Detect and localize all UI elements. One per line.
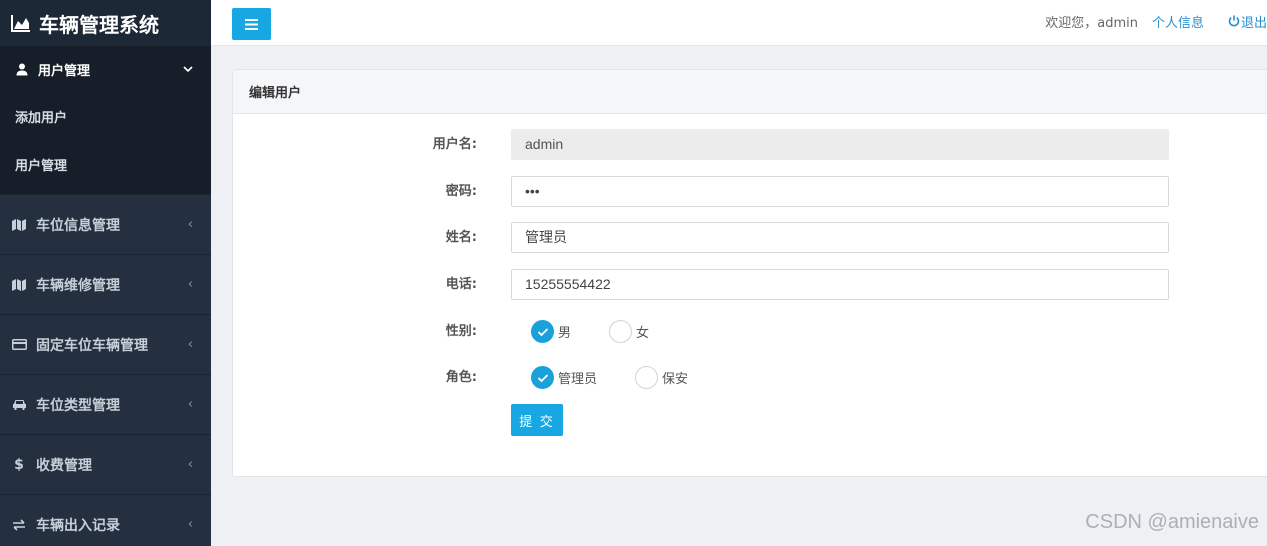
- gender-radio-group: 男 女: [531, 316, 649, 347]
- sidebar-item-charges[interactable]: $ 收费管理 ‹: [0, 434, 211, 494]
- check-icon: [531, 366, 554, 389]
- sidebar-item-label: 收费管理: [36, 457, 92, 474]
- username-label: 用户名:: [432, 137, 477, 152]
- role-label: 角色:: [445, 370, 477, 385]
- gender-radio-male[interactable]: 男: [531, 320, 571, 343]
- role-radio-group: 管理员 保安: [531, 362, 688, 393]
- sidebar-item-label: 车辆维修管理: [36, 277, 120, 294]
- bars-icon: [245, 18, 258, 30]
- chevron-down-icon: [183, 65, 193, 72]
- sidebar-toggle-button[interactable]: [232, 8, 271, 40]
- logout-label: 退出: [1240, 15, 1267, 31]
- app-title: 车辆管理系统: [39, 12, 159, 37]
- power-icon: [1228, 15, 1240, 27]
- submit-button[interactable]: 提 交: [511, 404, 563, 436]
- sidebar-item-label: 固定车位车辆管理: [36, 337, 148, 354]
- radio-circle: [609, 320, 633, 343]
- user-icon: [16, 63, 28, 75]
- exchange-icon: [11, 518, 27, 531]
- radio-label: 女: [636, 326, 650, 341]
- app-brand[interactable]: 车辆管理系统: [0, 0, 211, 46]
- map-icon: [11, 278, 27, 291]
- form-row-role: 角色: 管理员 保安: [233, 362, 1267, 393]
- watermark: CSDN @amienaive: [1085, 511, 1259, 533]
- chevron-left-icon: ‹: [187, 217, 193, 232]
- sidebar-open-group: 用户管理 添加用户 用户管理: [0, 46, 211, 194]
- area-chart-icon: [11, 15, 30, 32]
- role-radio-admin[interactable]: 管理员: [531, 366, 597, 389]
- sidebar-item-parking-type[interactable]: 车位类型管理 ‹: [0, 374, 211, 434]
- panel-title: 编辑用户: [233, 70, 1267, 114]
- form-row-name: 姓名: 管理员: [233, 222, 1267, 253]
- submenu-item-user-management[interactable]: 用户管理: [0, 140, 211, 188]
- sidebar-item-label: 车位类型管理: [36, 397, 120, 414]
- sidebar-item-vehicle-repair[interactable]: 车辆维修管理 ‹: [0, 254, 211, 314]
- sidebar-item-label: 车辆出入记录: [36, 517, 120, 534]
- gender-radio-female[interactable]: 女: [609, 320, 649, 343]
- map-icon: [11, 218, 27, 231]
- sidebar-item-label: 用户管理: [38, 63, 91, 79]
- profile-link[interactable]: 个人信息: [1152, 12, 1204, 31]
- radio-label: 管理员: [558, 372, 598, 387]
- sidebar-item-fixed-parking-vehicles[interactable]: 固定车位车辆管理 ‹: [0, 314, 211, 374]
- radio-circle: [635, 366, 659, 389]
- role-radio-guard[interactable]: 保安: [635, 366, 688, 389]
- chevron-left-icon: ‹: [187, 277, 193, 292]
- gender-label: 性别:: [445, 324, 477, 339]
- form-row-password: 密码: •••: [233, 176, 1267, 207]
- phone-field[interactable]: 15255554422: [511, 269, 1169, 300]
- edit-user-panel: 编辑用户 用户名: admin 密码: ••• 姓名: 管理员 电话: 1525…: [232, 69, 1267, 477]
- submenu-item-add-user[interactable]: 添加用户: [0, 92, 211, 140]
- name-field[interactable]: 管理员: [511, 222, 1169, 253]
- credit-card-icon: [11, 339, 27, 350]
- check-icon: [531, 320, 554, 343]
- sidebar: 车辆管理系统 用户管理 添加用户 用户管理 车位信息管理 ‹ 车辆维修管理 ‹ …: [0, 0, 211, 546]
- name-label: 姓名:: [445, 230, 477, 245]
- form-row-gender: 性别: 男 女: [233, 316, 1267, 347]
- submenu-item-label: 用户管理: [15, 158, 68, 174]
- radio-label: 男: [558, 326, 572, 341]
- username-field: admin: [511, 129, 1169, 160]
- radio-label: 保安: [662, 372, 689, 387]
- sidebar-item-label: 车位信息管理: [36, 217, 120, 234]
- logout-link[interactable]: 退出: [1228, 12, 1267, 31]
- top-navbar: 欢迎您，admin 个人信息 退出: [211, 0, 1267, 46]
- dollar-icon: $: [14, 456, 24, 473]
- sidebar-item-entry-exit-records[interactable]: 车辆出入记录 ‹: [0, 494, 211, 546]
- sidebar-item-user-management[interactable]: 用户管理: [0, 46, 211, 92]
- phone-label: 电话:: [445, 277, 477, 292]
- chevron-left-icon: ‹: [187, 337, 193, 352]
- car-icon: [11, 399, 27, 410]
- password-label: 密码:: [445, 184, 477, 199]
- chevron-left-icon: ‹: [187, 397, 193, 412]
- chevron-left-icon: ‹: [187, 517, 193, 532]
- user-nav: 欢迎您，admin 个人信息 退出: [1045, 0, 1267, 42]
- form-row-phone: 电话: 15255554422: [233, 269, 1267, 300]
- welcome-text: 欢迎您，admin: [1045, 15, 1138, 31]
- sidebar-item-parking-info[interactable]: 车位信息管理 ‹: [0, 194, 211, 254]
- chevron-left-icon: ‹: [187, 457, 193, 472]
- password-field[interactable]: •••: [511, 176, 1169, 207]
- form-row-username: 用户名: admin: [233, 129, 1267, 160]
- submenu-item-label: 添加用户: [15, 110, 68, 126]
